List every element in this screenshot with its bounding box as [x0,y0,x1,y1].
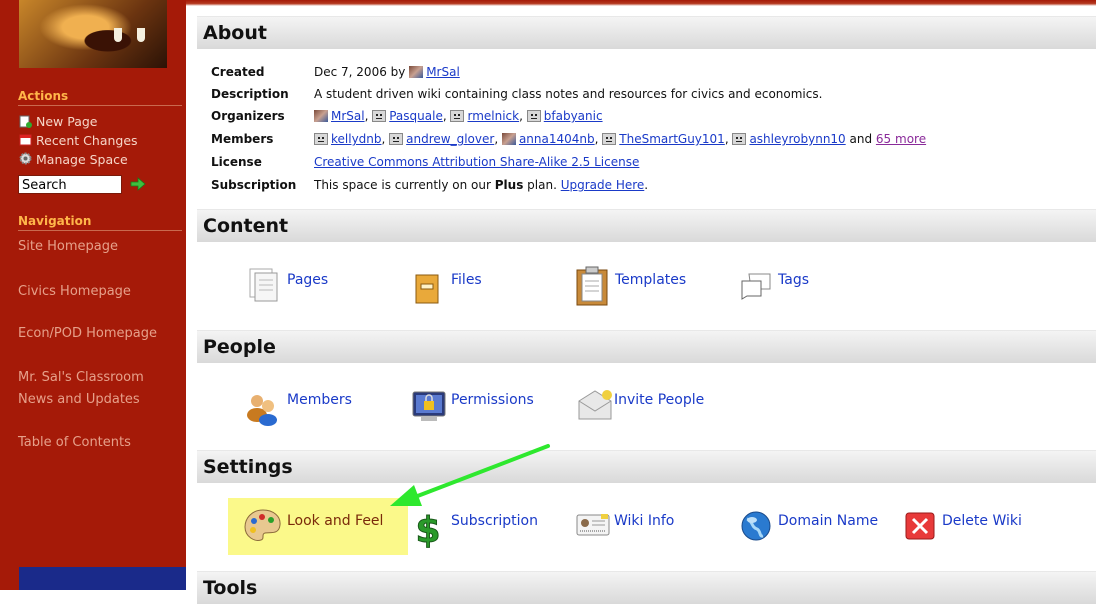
plan-name: Plus [494,178,524,192]
content-heading: Content [197,209,1096,242]
action-recent-changes[interactable]: Recent Changes [36,133,138,148]
settings-domain-name-link[interactable]: Domain Name [778,513,878,529]
logo-fang [114,28,122,42]
actions-heading: Actions [18,89,182,106]
navigation-heading: Navigation [18,214,182,231]
upgrade-link[interactable]: Upgrade Here [561,178,645,192]
members-icon [247,395,277,426]
logo-fang [137,28,145,42]
nav-civics-homepage[interactable]: Civics Homepage [18,284,131,299]
member-link[interactable]: ashleyrobynn10 [749,132,845,146]
avatar [602,133,617,145]
id-card-icon [576,514,610,536]
calendar-icon [19,134,32,146]
subscription-text: This space is currently on our [314,178,495,192]
more-members-link[interactable]: 65 more [876,132,926,146]
sidebar-bottom-block [19,567,186,590]
search-input[interactable]: Search [18,175,122,194]
subscription-label: Subscription [211,178,297,192]
license-link[interactable]: Creative Commons Attribution Share-Alike… [314,155,639,169]
people-permissions-link[interactable]: Permissions [451,392,534,408]
content-files-link[interactable]: Files [451,272,482,288]
people-members-link[interactable]: Members [287,392,352,408]
members-value: kellydnb, andrew_glover, anna1404nb, The… [314,132,926,146]
members-and-text: and [845,132,876,146]
organizers-value: MrSal, Pasquale, rmelnick, bfabyanic [314,109,603,123]
permissions-icon [412,391,446,421]
settings-subscription-link[interactable]: Subscription [451,513,538,529]
settings-delete-wiki-link[interactable]: Delete Wiki [942,513,1022,529]
new-page-icon [19,115,32,128]
avatar [450,110,465,122]
license-label: License [211,155,262,169]
people-heading: People [197,330,1096,363]
avatar [389,133,404,145]
pages-icon [249,268,278,302]
content-pages-link[interactable]: Pages [287,272,328,288]
creator-link[interactable]: MrSal [426,65,460,79]
about-heading: About [197,16,1096,49]
tags-icon [741,273,771,300]
templates-icon [576,266,608,306]
search-go-arrow-icon[interactable] [130,177,146,191]
delete-icon [905,512,935,540]
avatar [409,66,424,78]
members-label: Members [211,132,274,146]
organizer-link[interactable]: Pasquale [389,109,443,123]
created-value: Dec 7, 2006 by MrSal [314,65,460,79]
content-tags-link[interactable]: Tags [778,272,809,288]
tools-heading: Tools [197,571,1096,604]
member-link[interactable]: andrew_glover [406,132,494,146]
globe-icon [741,511,771,541]
subscription-value: This space is currently on our Plus plan… [314,178,648,192]
files-icon [415,274,439,304]
member-link[interactable]: TheSmartGuy101 [619,132,725,146]
top-accent-bar [186,0,1096,6]
member-link[interactable]: kellydnb [331,132,382,146]
nav-news-and-updates[interactable]: News and Updates [18,392,140,407]
nav-site-homepage[interactable]: Site Homepage [18,239,118,254]
avatar [314,110,328,122]
palette-icon [244,509,281,541]
organizers-label: Organizers [211,109,285,123]
avatar [314,133,328,145]
nav-mr-sals-classroom[interactable]: Mr. Sal's Classroom [18,370,144,385]
nav-table-of-contents[interactable]: Table of Contents [18,435,131,450]
nav-econ-pod-homepage[interactable]: Econ/POD Homepage [18,326,157,341]
subscription-text: . [644,178,649,192]
member-link[interactable]: anna1404nb [519,132,595,146]
lion-logo [19,0,167,68]
action-manage-space[interactable]: Manage Space [36,152,128,167]
settings-wiki-info-link[interactable]: Wiki Info [614,513,674,529]
avatar [732,133,747,145]
sidebar: Actions New Page Recent Changes Manage S… [0,0,186,590]
created-label: Created [211,65,265,79]
organizer-link[interactable]: rmelnick [467,109,519,123]
description-value: A student driven wiki containing class n… [314,87,823,101]
action-new-page[interactable]: New Page [36,114,98,129]
svg-text:$: $ [415,510,440,548]
description-label: Description [211,87,289,101]
created-date: Dec 7, 2006 by [314,65,410,79]
settings-heading: Settings [197,450,1096,483]
organizer-link[interactable]: bfabyanic [544,109,603,123]
dollar-icon: $ [415,510,441,549]
license-value: Creative Commons Attribution Share-Alike… [314,155,639,169]
people-invite-link[interactable]: Invite People [614,392,704,408]
invite-icon [578,390,612,420]
avatar [372,110,387,122]
avatar [526,110,541,122]
organizer-link[interactable]: MrSal [331,109,365,123]
subscription-text: plan. [523,178,561,192]
avatar [501,133,516,145]
settings-look-and-feel-link[interactable]: Look and Feel [287,513,383,529]
gear-icon [19,152,32,165]
content-templates-link[interactable]: Templates [615,272,686,288]
